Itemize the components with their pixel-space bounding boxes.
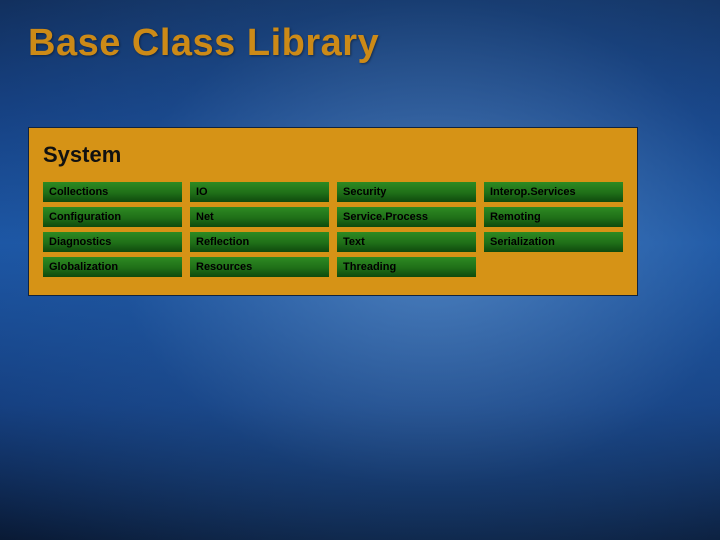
slide-title: Base Class Library	[28, 22, 692, 65]
cell-serialization: Serialization	[484, 232, 623, 252]
cell-remoting: Remoting	[484, 207, 623, 227]
cell-text: Text	[337, 232, 476, 252]
slide: Base Class Library System Collections IO…	[0, 0, 720, 540]
cell-resources: Resources	[190, 257, 329, 277]
cell-interop-services: Interop.Services	[484, 182, 623, 202]
cell-io: IO	[190, 182, 329, 202]
panel-heading: System	[43, 142, 625, 168]
cell-security: Security	[337, 182, 476, 202]
namespace-grid: Collections IO Security Interop.Services…	[39, 182, 627, 277]
system-panel: System Collections IO Security Interop.S…	[28, 127, 638, 296]
cell-service-process: Service.Process	[337, 207, 476, 227]
cell-empty	[484, 257, 623, 277]
cell-reflection: Reflection	[190, 232, 329, 252]
cell-globalization: Globalization	[43, 257, 182, 277]
cell-diagnostics: Diagnostics	[43, 232, 182, 252]
cell-collections: Collections	[43, 182, 182, 202]
cell-threading: Threading	[337, 257, 476, 277]
cell-net: Net	[190, 207, 329, 227]
cell-configuration: Configuration	[43, 207, 182, 227]
